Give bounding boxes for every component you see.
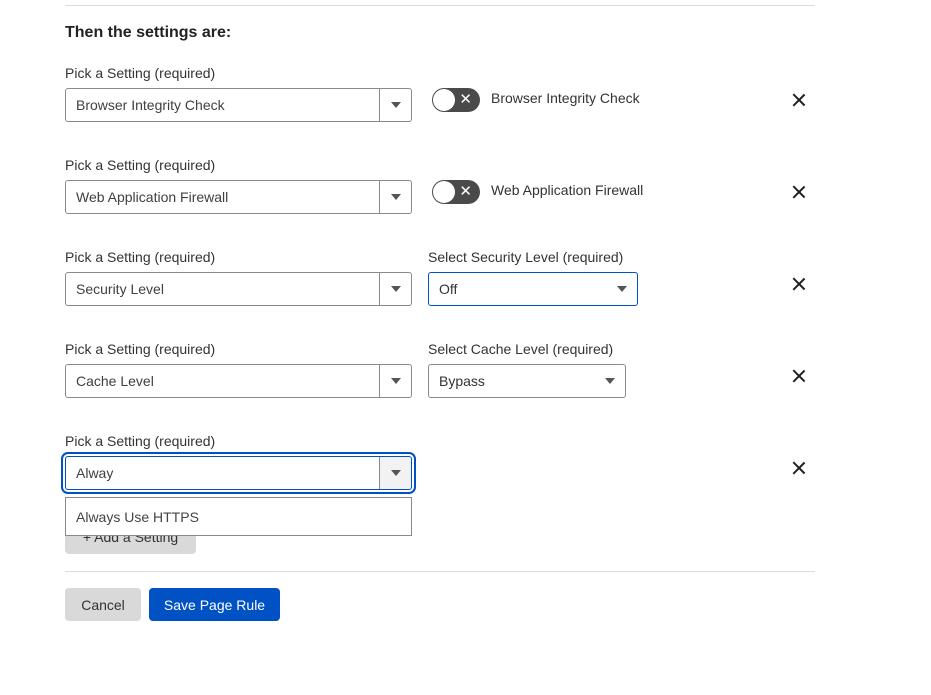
caret-down-icon <box>617 286 627 292</box>
pick-setting-label: Pick a Setting (required) <box>65 65 216 81</box>
browser-integrity-toggle[interactable]: ✕ <box>432 88 480 112</box>
pick-setting-combobox[interactable]: Security Level <box>65 272 412 306</box>
caret-down-icon <box>605 378 615 384</box>
toggle-knob <box>433 89 455 111</box>
caret-down-icon <box>390 286 401 292</box>
cancel-button[interactable]: Cancel <box>65 588 141 621</box>
caret-down-icon <box>390 194 401 200</box>
save-page-rule-button[interactable]: Save Page Rule <box>149 588 280 621</box>
combobox-value: Security Level <box>76 281 164 297</box>
select-value: Off <box>439 281 458 297</box>
caret-down-icon <box>390 102 401 108</box>
remove-setting-button[interactable] <box>790 183 808 201</box>
combobox-value: Browser Integrity Check <box>76 97 225 113</box>
dropdown-toggle[interactable] <box>379 89 411 121</box>
combobox-value: Cache Level <box>76 373 154 389</box>
dropdown-option[interactable]: Always Use HTTPS <box>65 497 412 536</box>
pick-setting-label: Pick a Setting (required) <box>65 249 216 265</box>
select-value: Bypass <box>439 373 485 389</box>
combobox-input-value[interactable]: Alway <box>66 465 379 481</box>
x-icon: ✕ <box>459 183 472 200</box>
x-icon: ✕ <box>459 91 472 108</box>
pick-setting-label: Pick a Setting (required) <box>65 433 216 449</box>
dropdown-toggle[interactable] <box>379 365 411 397</box>
pick-setting-combobox[interactable]: Cache Level <box>65 364 412 398</box>
security-level-select[interactable]: Off <box>428 272 638 306</box>
pick-setting-label: Pick a Setting (required) <box>65 157 216 173</box>
toggle-label: Browser Integrity Check <box>491 90 640 106</box>
top-divider <box>65 5 815 6</box>
pick-setting-label: Pick a Setting (required) <box>65 341 216 357</box>
cache-level-label: Select Cache Level (required) <box>428 341 614 357</box>
remove-setting-button[interactable] <box>790 367 808 385</box>
dropdown-toggle[interactable] <box>379 273 411 305</box>
dropdown-toggle[interactable] <box>379 181 411 213</box>
pick-setting-combobox[interactable]: Browser Integrity Check <box>65 88 412 122</box>
waf-toggle[interactable]: ✕ <box>432 180 480 204</box>
remove-setting-button[interactable] <box>790 459 808 477</box>
bottom-divider <box>65 571 815 572</box>
toggle-label: Web Application Firewall <box>491 182 644 198</box>
caret-down-icon <box>390 378 401 384</box>
cache-level-select[interactable]: Bypass <box>428 364 626 398</box>
toggle-knob <box>433 181 455 203</box>
remove-setting-button[interactable] <box>790 91 808 109</box>
pick-setting-combobox-active[interactable]: Alway <box>65 456 412 490</box>
pick-setting-combobox[interactable]: Web Application Firewall <box>65 180 412 214</box>
section-title: Then the settings are: <box>65 24 232 41</box>
dropdown-toggle[interactable] <box>379 457 411 489</box>
combobox-value: Web Application Firewall <box>76 189 229 205</box>
caret-down-icon <box>390 470 401 476</box>
remove-setting-button[interactable] <box>790 275 808 293</box>
security-level-label: Select Security Level (required) <box>428 249 624 265</box>
